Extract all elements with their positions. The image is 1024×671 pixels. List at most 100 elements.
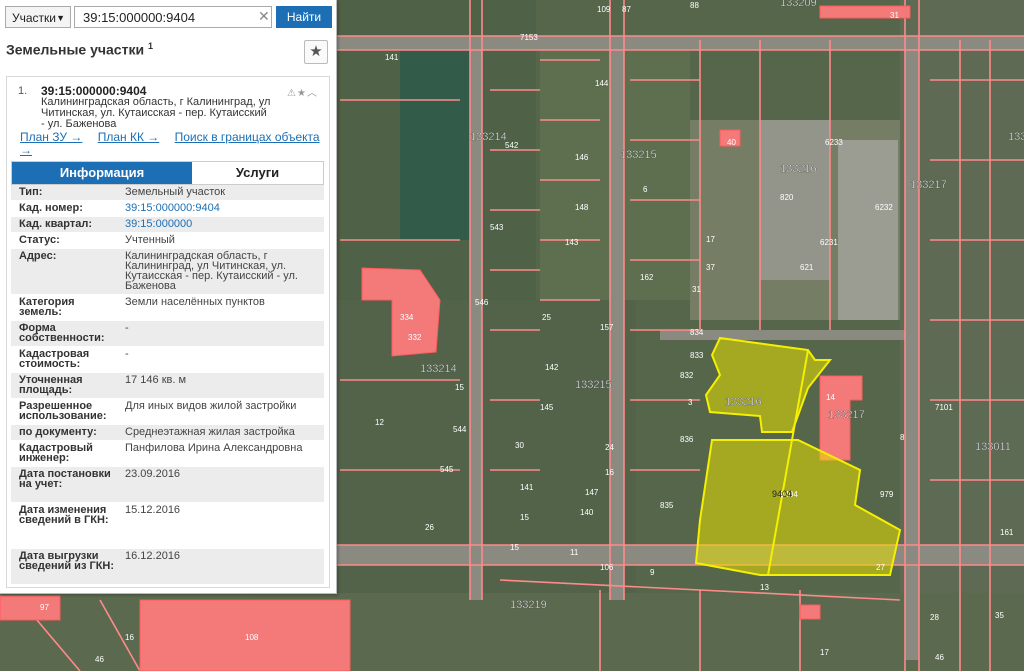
result-links: План ЗУ → План КК → Поиск в границах объ… [20, 131, 320, 157]
parcel-label: 545 [440, 465, 454, 474]
favorite-star-button[interactable]: ★ [304, 40, 328, 64]
info-row: Уточненная площадь: 17 146 кв. м [11, 373, 324, 399]
search-input[interactable] [74, 6, 272, 28]
parcel-label: 31 [890, 11, 899, 20]
quarter-label: 133215 [620, 149, 657, 161]
info-row-value: 15.12.2016 [125, 504, 181, 516]
object-type-label: Участки [12, 11, 56, 25]
parcel-label: 106 [600, 563, 614, 572]
parcel-label: 13 [760, 583, 769, 592]
info-row: Кадастровый инженер: Панфилова Ирина Алек… [11, 441, 324, 467]
parcel-label: 546 [475, 298, 489, 307]
parcel-label: 109 [597, 5, 611, 14]
parcel-label: 833 [690, 351, 704, 360]
chevron-up-icon[interactable]: ︿ [307, 88, 318, 99]
info-row-value: - [125, 322, 129, 334]
info-table: Тип: Земельный участок Кад. номер: 39:15:00… [11, 185, 324, 585]
parcel-label: 3 [688, 398, 693, 407]
info-row-value: Панфилова Ирина Александровна [125, 442, 303, 454]
results-panel: Участки ▼ ✕ Найти Земельные участки 1 ★ … [0, 0, 337, 594]
parcel-label: 25 [542, 313, 551, 322]
info-row-label: Категория земель: [19, 296, 75, 318]
quarter-label: 133011 [975, 441, 1011, 453]
search-bar: Участки ▼ ✕ Найти [0, 0, 336, 34]
parcel-label: 30 [515, 441, 524, 450]
info-row-label: Кад. квартал: [19, 218, 93, 230]
parcel-label: 15 [455, 383, 464, 392]
info-row-value: - [125, 348, 129, 360]
find-button[interactable]: Найти [276, 6, 332, 28]
panel-title-text: Земельные участки [6, 41, 145, 58]
info-row-label: Разрешенное использование: [19, 400, 107, 422]
quarter-label: 133209 [780, 0, 817, 9]
parcel-label: 15 [520, 513, 529, 522]
parcel-label: 161 [1000, 528, 1014, 537]
parcel-label: 621 [800, 263, 814, 272]
info-row: Дата постановки на учет: 23.09.2016 [11, 467, 324, 503]
info-row-label: Форма собственности: [19, 322, 105, 344]
result-tabs: Информация Услуги [11, 161, 324, 185]
info-row-label: Уточненная площадь: [19, 374, 83, 396]
panel-title: Земельные участки 1 [6, 41, 153, 58]
parcel-label: 148 [575, 203, 589, 212]
parcel-label: 162 [640, 273, 654, 282]
info-row-value[interactable]: 39:15:000000:9404 [125, 203, 315, 214]
tab-services[interactable]: Услуги [192, 162, 323, 184]
object-type-select[interactable]: Участки ▼ [5, 6, 71, 28]
plan-kk-link[interactable]: План КК → [98, 130, 160, 144]
info-row-label: по документу: [19, 426, 97, 438]
parcel-label: 6 [643, 185, 648, 194]
tab-information[interactable]: Информация [12, 162, 192, 184]
card-icons: ⚠★︿ [287, 84, 318, 99]
info-row: Адрес: Калининградская область, г Калинин… [11, 249, 324, 295]
parcel-label: 157 [600, 323, 614, 332]
parcel-label: 145 [540, 403, 554, 412]
star-icon: ★ [309, 43, 323, 60]
parcel-label: 820 [780, 193, 794, 202]
result-card: 1. 39:15:000000:9404 Калининградская обл… [6, 76, 330, 588]
quarter-label: 133215 [575, 379, 612, 391]
quarter-label: 133217 [828, 409, 865, 421]
info-row: Кадастровая стоимость: - [11, 347, 324, 373]
highlight-parcel-label: 9404 [772, 489, 792, 499]
parcel-label: 16 [605, 468, 614, 477]
parcel-label: 543 [490, 223, 504, 232]
info-row-value: Для иных видов жилой застройки [125, 400, 297, 412]
result-address: Калининградская область, г Калининград, … [41, 96, 271, 130]
clear-icon[interactable]: ✕ [258, 8, 270, 25]
plan-zu-link[interactable]: План ЗУ → [20, 130, 82, 144]
parcel-label: 146 [575, 153, 589, 162]
parcel-label: 17 [706, 235, 715, 244]
quarter-label: 133216 [725, 396, 762, 408]
info-row-label: Статус: [19, 234, 60, 246]
parcel-label: 8 [900, 433, 905, 442]
parcel-label: 11 [570, 548, 579, 557]
parcel-label: 31 [692, 285, 701, 294]
warning-icon[interactable]: ⚠ [287, 88, 297, 99]
info-row: Тип: Земельный участок [11, 185, 324, 201]
parcel-label: 834 [690, 328, 704, 337]
info-row-label: Тип: [19, 186, 43, 198]
info-row-label: Кадастровая стоимость: [19, 348, 90, 370]
parcel-label: 544 [453, 425, 467, 434]
result-index: 1. [18, 85, 28, 97]
info-row-value: Калининградская область, г Калининград, … [125, 250, 298, 292]
parcel-label: 16 [125, 633, 134, 642]
parcel-label: 147 [585, 488, 599, 497]
quarter-label: 133217 [910, 179, 947, 191]
parcel-label: 14 [826, 393, 835, 402]
parcel-label: 28 [930, 613, 939, 622]
info-row-label: Дата изменения сведений в ГКН: [19, 504, 109, 526]
parcel-label: 46 [95, 655, 104, 664]
quarter-label: 133219 [510, 599, 547, 611]
info-row-value: Земельный участок [125, 186, 226, 198]
info-row-value: 16.12.2016 [125, 550, 181, 562]
info-row-value[interactable]: 39:15:000000 [125, 219, 315, 230]
info-row-value: Учтенный [125, 234, 175, 246]
star-outline-icon[interactable]: ★ [297, 88, 307, 99]
parcel-label: 836 [680, 435, 694, 444]
info-row: по документу: Среднеэтажная жилая застрой… [11, 425, 324, 441]
parcel-label: 27 [876, 563, 885, 572]
quarter-label: 133216 [780, 163, 817, 175]
parcel-label: 542 [505, 141, 519, 150]
